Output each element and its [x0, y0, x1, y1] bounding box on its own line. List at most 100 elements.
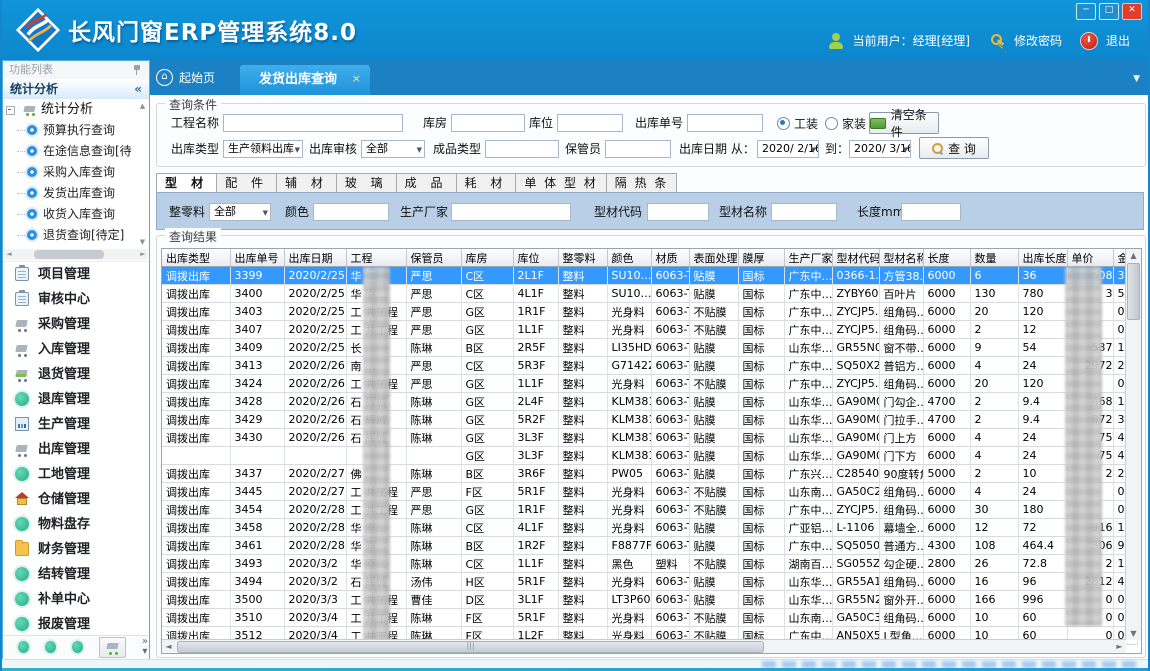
location-input[interactable]	[557, 114, 623, 132]
maximize-button[interactable]: □	[1099, 3, 1119, 20]
scroll-right-icon[interactable]: ►	[138, 249, 148, 260]
collapse-icon[interactable]: «	[134, 79, 142, 99]
tree-item[interactable]: 预算执行查询	[3, 120, 149, 141]
sidebar-item-生产管理[interactable]: 生产管理	[3, 412, 148, 437]
tree-item[interactable]: 退货查询[待定]	[3, 225, 149, 246]
material-tab[interactable]: 型 材	[156, 173, 217, 194]
factory-input[interactable]	[451, 203, 571, 221]
project-name-input[interactable]	[223, 114, 403, 132]
length-input[interactable]	[901, 203, 961, 221]
tab-list-dropdown-icon[interactable]: ▼	[1133, 74, 1140, 84]
sidebar-item-工地管理[interactable]: 工地管理	[3, 462, 148, 487]
table-row[interactable]: 调拨出库35102020/3/4工 共工程陈琳F区5R1F整料光身料6063-T…	[162, 609, 1137, 627]
table-row[interactable]: 调拨出库34932020/3/2华 原…陈琳C区1L1F整料黑色塑料不贴膜国标湖…	[162, 555, 1137, 573]
material-tab[interactable]: 配 件	[217, 173, 277, 194]
table-row[interactable]: 调拨出库34612020/2/28华 原…陈琳B区1R2F整料F8877FT60…	[162, 537, 1137, 555]
sidebar-item-退库管理[interactable]: 退库管理	[3, 387, 148, 412]
sidebar-item-财务管理[interactable]: 财务管理	[3, 537, 148, 562]
scroll-down-icon[interactable]: ▼	[1126, 627, 1141, 640]
material-tab[interactable]: 单 体 型 材	[516, 173, 606, 194]
out-type-select[interactable]: 生产领料出库	[223, 140, 303, 158]
tree-item[interactable]: 发货出库查询	[3, 183, 149, 204]
sidebar-item-入库管理[interactable]: 入库管理	[3, 337, 148, 362]
scroll-left-icon[interactable]: ◄	[162, 640, 175, 653]
tree-scrollbar[interactable]: ▲ ▼	[137, 101, 148, 247]
sidebar-item-审核中心[interactable]: 审核中心	[3, 287, 148, 312]
table-row[interactable]: 调拨出库34582020/2/28华 原…陈琳C区4L1F整料光身料6063-T…	[162, 519, 1137, 537]
grid-vscrollbar[interactable]: ▲ ▼	[1125, 249, 1141, 640]
tab-home[interactable]: ⌂ 起始页	[156, 69, 215, 86]
table-row[interactable]: 调拨出库34302020/2/26石 辉城陈琳G区3L3F整料KLM381760…	[162, 429, 1137, 447]
order-no-input[interactable]	[687, 114, 763, 132]
column-header[interactable]: 材质	[651, 249, 689, 267]
radio-work[interactable]: 工装	[777, 115, 818, 132]
audit-select[interactable]: 全部	[361, 140, 425, 158]
table-row[interactable]: 调拨出库34282020/2/26石 辉城陈琳G区2L4F整料KLM381760…	[162, 393, 1137, 411]
tab-active[interactable]: 发货出库查询 ×	[240, 65, 370, 95]
material-tab[interactable]: 耗 材	[457, 173, 517, 194]
warehouse-input[interactable]	[451, 114, 525, 132]
column-header[interactable]: 库位	[513, 249, 558, 267]
column-header[interactable]: 出库类型	[162, 249, 230, 267]
sidebar-item-补单中心[interactable]: 补单中心	[3, 587, 148, 612]
column-header[interactable]: 出库长度	[1018, 249, 1067, 267]
tree-item[interactable]: 在途信息查询[待	[3, 141, 149, 162]
sidebar-item-退货管理[interactable]: 退货管理	[3, 362, 148, 387]
clear-conditions-button[interactable]: 清空条件	[869, 112, 939, 134]
product-type-input[interactable]	[485, 140, 559, 158]
column-header[interactable]: 表面处理	[689, 249, 738, 267]
column-header[interactable]: 型材名称	[879, 249, 923, 267]
date-to-select[interactable]: 2020/ 3/16	[849, 140, 911, 158]
column-header[interactable]: 单价	[1067, 249, 1113, 267]
color-input[interactable]	[313, 203, 389, 221]
sidebar-item-报废管理[interactable]: 报废管理	[3, 612, 148, 635]
table-row[interactable]: 调拨出库34132020/2/26南 …严思C区5R3F整料G714226063…	[162, 357, 1137, 375]
table-row[interactable]: 调拨出库34242020/2/26工 共工程严思G区1L1F整料光身料6063-…	[162, 375, 1137, 393]
pin-icon[interactable]	[133, 65, 141, 75]
sidebar-item-采购管理[interactable]: 采购管理	[3, 312, 148, 337]
table-row[interactable]: 调拨出库34092020/2/25长 …陈琳B区2R5F整料LI35HD6063…	[162, 339, 1137, 357]
column-header[interactable]: 出库日期	[284, 249, 346, 267]
column-header[interactable]: 整零料	[558, 249, 607, 267]
zhengling-select[interactable]: 全部	[209, 203, 271, 221]
tree-root[interactable]: 统计分析	[3, 99, 149, 120]
column-header[interactable]: 工程	[346, 249, 406, 267]
material-tab[interactable]: 玻 璃	[337, 173, 397, 194]
table-row[interactable]: 调拨出库34292020/2/26石 辉城陈琳G区5R2F整料KLM381760…	[162, 411, 1137, 429]
scroll-up-icon[interactable]: ▲	[1126, 249, 1141, 262]
scroll-right-icon[interactable]: ►	[1113, 640, 1126, 653]
name-input[interactable]	[771, 203, 837, 221]
material-tab[interactable]: 成 品	[397, 173, 457, 194]
table-row[interactable]: 调拨出库34072020/2/25工 共工程严思G区1L1F整料光身料6063-…	[162, 321, 1137, 339]
module-dot-icon[interactable]	[72, 641, 83, 653]
tab-close-icon[interactable]: ×	[352, 73, 361, 85]
close-button[interactable]: ✕	[1122, 3, 1142, 20]
sidebar-item-仓储管理[interactable]: 仓储管理	[3, 487, 148, 512]
scroll-up-icon[interactable]: ▲	[137, 101, 148, 111]
logout-link[interactable]: 退出	[1106, 32, 1130, 49]
tree-hscrollbar[interactable]: ◄ ►	[4, 249, 148, 260]
minimize-button[interactable]: ─	[1076, 3, 1096, 20]
tree-item[interactable]: 采购入库查询	[3, 162, 149, 183]
column-header[interactable]: 长度	[923, 249, 970, 267]
sidebar-item-物料盘存[interactable]: 物料盘存	[3, 512, 148, 537]
table-row[interactable]: 调拨出库34002020/2/25华 原…严思C区4L1F整料SU10…6063…	[162, 285, 1137, 303]
scroll-left-icon[interactable]: ◄	[4, 249, 14, 260]
table-row[interactable]: 调拨出库34032020/2/25工 共工程严思G区1R1F整料光身料6063-…	[162, 303, 1137, 321]
column-header[interactable]: 库房	[461, 249, 513, 267]
column-header[interactable]: 生产厂家	[784, 249, 832, 267]
sidebar-item-结转管理[interactable]: 结转管理	[3, 562, 148, 587]
column-header[interactable]: 保管员	[406, 249, 461, 267]
radio-home[interactable]: 家装	[825, 115, 866, 132]
tree-item[interactable]: 收货入库查询	[3, 204, 149, 225]
table-row[interactable]: 调拨出库34452020/2/27工 共工程严思F区5R1F整料光身料6063-…	[162, 483, 1137, 501]
keeper-input[interactable]	[605, 140, 671, 158]
tree-expander-icon[interactable]	[6, 106, 15, 115]
table-row[interactable]: 调拨出库34372020/2/27佛 …陈琳B区3R6F整料PW056063-T…	[162, 465, 1137, 483]
material-tab[interactable]: 辅 材	[277, 173, 337, 194]
table-row[interactable]: 调拨出库33992020/2/25华 原…严思C区2L1F整料SU10…6063…	[162, 267, 1137, 285]
more-modules-button[interactable]: »▾	[142, 637, 148, 657]
change-password-link[interactable]: 修改密码	[1014, 32, 1062, 49]
table-row[interactable]: 调拨出库34542020/2/28工 共工程严思G区1R1F整料光身料6063-…	[162, 501, 1137, 519]
material-tab[interactable]: 隔 热 条	[607, 173, 678, 194]
